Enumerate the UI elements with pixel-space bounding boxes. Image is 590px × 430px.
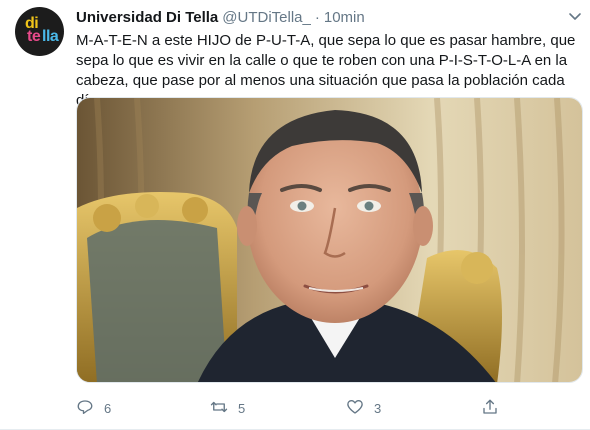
avatar-logo-text-3: lla <box>42 28 59 45</box>
tweet-card[interactable]: di te lla Universidad Di Tella @UTDiTella… <box>0 0 590 430</box>
retweet-count: 5 <box>238 400 246 416</box>
like-count: 3 <box>374 400 382 416</box>
heart-icon <box>346 398 364 419</box>
share-icon <box>481 398 499 419</box>
tweet-photo[interactable] <box>76 97 583 383</box>
author-name[interactable]: Universidad Di Tella <box>76 9 218 26</box>
reply-button[interactable]: 6 <box>76 398 111 418</box>
author-handle[interactable]: @UTDiTella_ <box>222 9 311 26</box>
retweet-icon <box>210 398 228 419</box>
separator-dot: · <box>314 9 320 26</box>
share-button[interactable] <box>481 398 509 418</box>
tweet-timestamp[interactable]: 10min <box>324 9 365 26</box>
reply-count: 6 <box>104 400 112 416</box>
retweet-button[interactable]: 5 <box>210 398 245 418</box>
tweet-actions: 6 5 3 <box>76 398 506 418</box>
avatar[interactable]: di te lla <box>15 7 64 56</box>
reply-icon <box>76 398 94 419</box>
tweet-header: Universidad Di Tella @UTDiTella_ · 10min <box>76 9 365 29</box>
avatar-logo-text-2: te <box>27 28 41 45</box>
chevron-down-icon[interactable] <box>568 10 582 22</box>
like-button[interactable]: 3 <box>346 398 381 418</box>
